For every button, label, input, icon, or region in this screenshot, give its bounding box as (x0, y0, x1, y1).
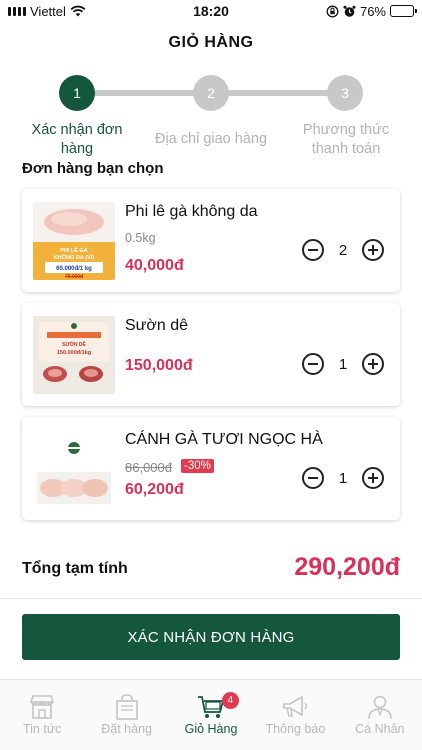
nav-label-order: Đặt hàng (101, 722, 152, 736)
nav-item-news[interactable]: Tin tức (0, 680, 84, 750)
quantity-stepper: 1 (302, 467, 384, 489)
product-price: 150,000đ (125, 357, 193, 374)
bottom-nav: Tin tức Đặt hàng Giỏ Hàng 4 Thông báo Cá… (0, 679, 422, 750)
step-2-circle[interactable]: 2 (193, 75, 229, 111)
product-name[interactable]: Sườn dê (125, 317, 188, 335)
thumb-price: 150.000đ/1kg (57, 350, 91, 356)
megaphone-icon (283, 695, 308, 717)
increase-quantity-button[interactable] (362, 467, 384, 489)
user-icon (368, 695, 392, 720)
battery-percent: 76% (359, 3, 386, 19)
nav-item-profile[interactable]: Cá Nhân (338, 680, 422, 750)
nav-item-notifications[interactable]: Thông báo (253, 680, 337, 750)
quantity-value: 1 (338, 355, 348, 373)
thumb-text-line2: KHÔNG DA (VỈ) (54, 253, 94, 261)
nav-label-cart: Giỏ Hàng (184, 722, 238, 736)
section-title: Đơn hàng bạn chọn (22, 160, 164, 177)
product-image[interactable]: PHI LÊ GÀ KHÔNG DA (VỈ) 60.000đ/1 kg 75.… (33, 202, 115, 280)
step-3-label-line1: Phương thức (302, 122, 390, 138)
product-image[interactable] (33, 430, 115, 508)
decrease-quantity-button[interactable] (302, 239, 324, 261)
decrease-quantity-button[interactable] (302, 353, 324, 375)
product-price: 40,000đ (125, 257, 184, 274)
battery-icon (390, 5, 417, 17)
cart-item[interactable]: CÁNH GÀ TƯƠI NGỌC HÀ 86,000đ -30% 60,200… (22, 417, 400, 520)
product-image[interactable]: SƯỜN DÊ 150.000đ/1kg (33, 316, 115, 394)
step-1-label: Xác nhận đơn hàng (12, 121, 142, 159)
step-1-label-line2: hàng (60, 141, 94, 157)
nav-label-news: Tin tức (22, 722, 62, 736)
store-icon (30, 695, 55, 719)
decrease-quantity-button[interactable] (302, 467, 324, 489)
nav-item-order[interactable]: Đặt hàng (84, 680, 168, 750)
step-3-label: Phương thức thanh toán (286, 121, 406, 159)
status-bar: Viettel 18:20 76% (0, 0, 422, 22)
product-name[interactable]: CÁNH GÀ TƯƠI NGỌC HÀ (125, 431, 323, 449)
step-3-label-line2: thanh toán (311, 141, 381, 157)
step-3-circle[interactable]: 3 (327, 75, 363, 111)
thumb-text-line1: PHI LÊ GÀ (60, 246, 88, 254)
rotation-lock-icon (326, 5, 339, 17)
step-1-circle[interactable]: 1 (59, 75, 95, 111)
subtotal-label: Tổng tạm tính (22, 560, 128, 577)
wifi-icon (70, 5, 86, 17)
status-left: Viettel (8, 4, 86, 19)
nav-label-profile: Cá Nhân (355, 722, 405, 736)
nav-label-notifications: Thông báo (265, 722, 326, 736)
product-weight: 0.5kg (125, 231, 156, 245)
status-right: 76% (326, 3, 417, 19)
quantity-stepper: 1 (302, 353, 384, 375)
confirm-order-button[interactable]: XÁC NHẬN ĐƠN HÀNG (22, 614, 400, 660)
subtotal-value: 290,200đ (294, 553, 400, 581)
page-title: GIỎ HÀNG (168, 34, 254, 51)
nav-item-cart[interactable]: Giỏ Hàng 4 (169, 680, 253, 750)
product-price: 60,200đ (125, 481, 184, 498)
increase-quantity-button[interactable] (362, 353, 384, 375)
increase-quantity-button[interactable] (362, 239, 384, 261)
cart-count-badge: 4 (221, 692, 239, 709)
quantity-value: 2 (338, 241, 348, 259)
cart-item[interactable]: PHI LÊ GÀ KHÔNG DA (VỈ) 60.000đ/1 kg 75.… (22, 189, 400, 292)
checkout-stepper: 1 2 3 Xác nhận đơn hàng Địa chỉ giao hàn… (0, 74, 422, 164)
thumb-price: 60.000đ/1 kg (56, 266, 92, 272)
signal-icon (8, 6, 26, 16)
alarm-icon (343, 5, 356, 17)
quantity-value: 1 (338, 469, 348, 487)
original-price: 86,000đ (125, 460, 172, 475)
divider (0, 598, 422, 599)
product-name[interactable]: Phi lê gà không da (125, 203, 258, 221)
step-1-label-line1: Xác nhận đơn (31, 122, 123, 138)
thumb-old-price: 75.000đ (65, 274, 83, 280)
shopping-bag-icon (115, 694, 138, 720)
carrier-label: Viettel (30, 3, 66, 19)
quantity-stepper: 2 (302, 239, 384, 261)
step-connector-2 (212, 90, 344, 96)
discount-badge: -30% (181, 459, 214, 473)
step-2-label-line1: Địa chỉ giao hàng (154, 131, 268, 147)
step-2-label: Địa chỉ giao hàng (146, 130, 276, 149)
thumb-text-line1: SƯỜN DÊ (62, 340, 86, 348)
cart-item[interactable]: SƯỜN DÊ 150.000đ/1kg Sườn dê 150,000đ 1 (22, 303, 400, 406)
